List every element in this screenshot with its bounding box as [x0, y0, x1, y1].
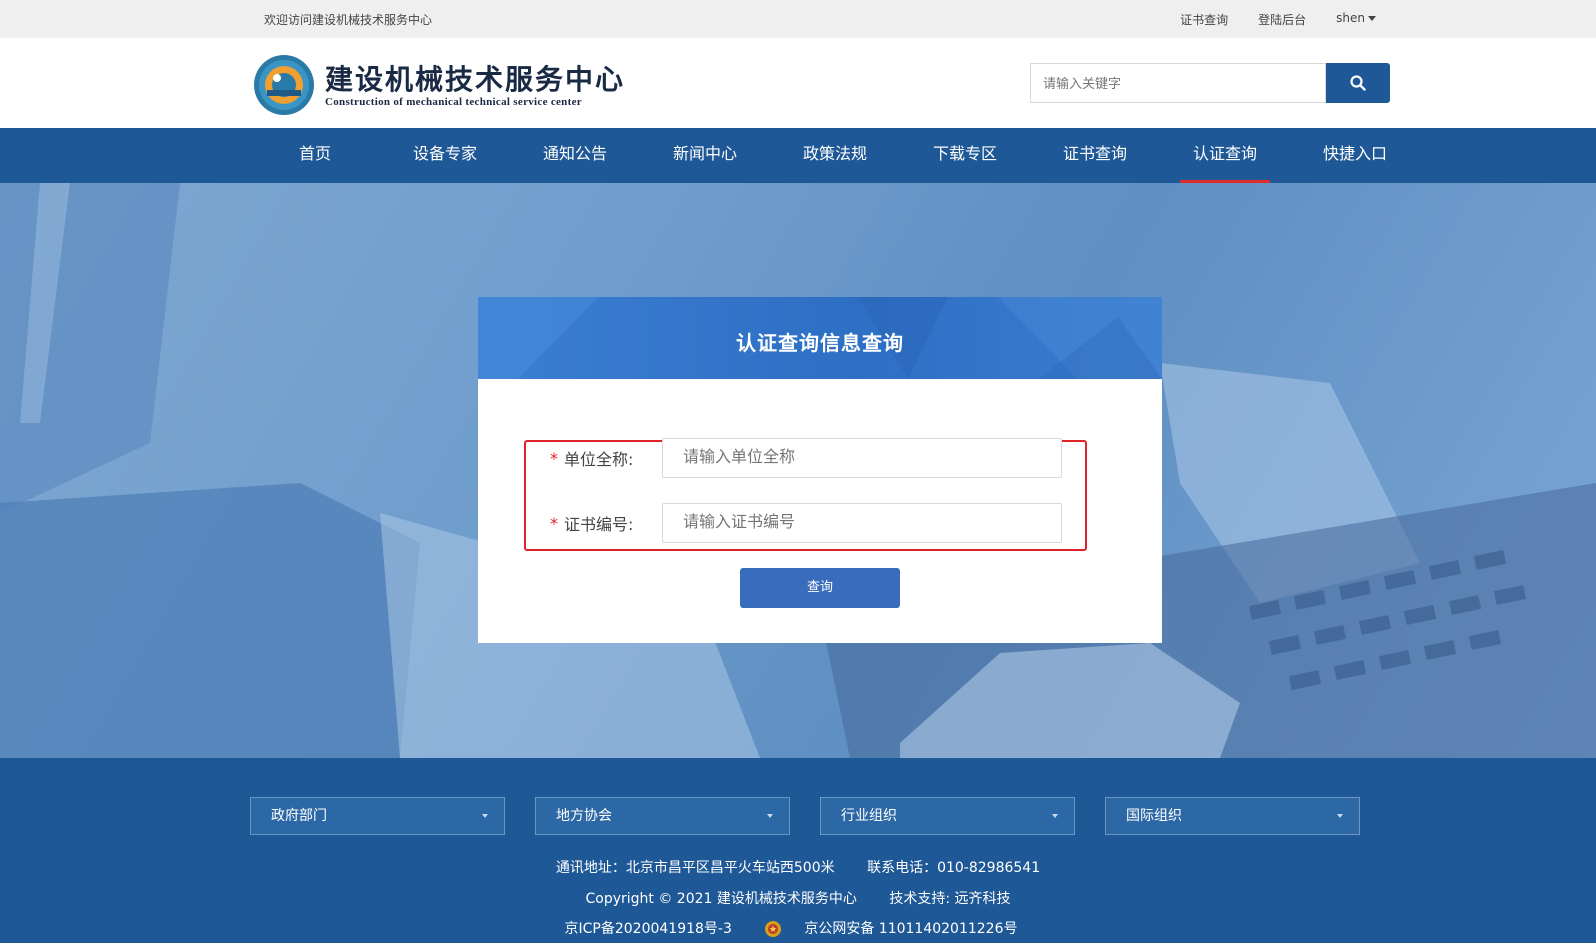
form-row-cert-number: * 证书编号: [550, 503, 656, 543]
query-button[interactable]: 查询 [740, 568, 900, 608]
footer-address: 通讯地址：北京市昌平区昌平火车站西500米 [555, 860, 835, 876]
nav-item-auth-query[interactable]: 认证查询 [1160, 128, 1290, 183]
search-icon [1350, 75, 1366, 91]
brand-subtitle: Construction of mechanical technical ser… [325, 96, 582, 108]
select-international-org[interactable]: 国际组织 [1105, 797, 1360, 835]
footer-police-record-wrap[interactable]: 京公网安备 11011402011226号 [764, 921, 1031, 937]
site-logo[interactable] [253, 54, 315, 116]
nav-item-quick-entry[interactable]: 快捷入口 [1290, 128, 1420, 183]
brand-title: 建设机械技术服务中心 [325, 63, 626, 96]
top-link-cert-query[interactable]: 证书查询 [1180, 11, 1228, 28]
site-search-button[interactable] [1326, 63, 1390, 103]
footer-phone: 联系电话：010-82986541 [867, 860, 1041, 876]
company-name-input[interactable] [662, 438, 1062, 478]
select-industry-org[interactable]: 行业组织 [820, 797, 1075, 835]
required-mark: * [550, 448, 558, 468]
nav-item-policies[interactable]: 政策法规 [770, 128, 900, 183]
select-local-association-label: 地方协会 [556, 808, 612, 824]
footer-contact-line: 通讯地址：北京市昌平区昌平火车站西500米 联系电话：010-82986541 [0, 857, 1596, 877]
nav-item-equipment-experts[interactable]: 设备专家 [380, 128, 510, 183]
query-card: 认证查询信息查询 * 单位全称: * 证书编号: 查询 [478, 297, 1162, 643]
welcome-text: 欢迎访问建设机械技术服务中心 [264, 13, 433, 27]
select-government[interactable]: 政府部门 [250, 797, 505, 835]
nav-item-downloads[interactable]: 下载专区 [900, 128, 1030, 183]
site-search-input[interactable] [1030, 63, 1326, 103]
site-header: 建设机械技术服务中心 Construction of mechanical te… [0, 38, 1596, 128]
select-local-association[interactable]: 地方协会 [535, 797, 790, 835]
select-government-label: 政府部门 [271, 808, 327, 824]
top-link-admin-login[interactable]: 登陆后台 [1258, 11, 1306, 28]
user-menu[interactable]: shen [1336, 11, 1376, 28]
footer-support: 技术支持: 远齐科技 [889, 891, 1011, 907]
footer-icp[interactable]: 京ICP备2020041918号-3 [565, 921, 732, 937]
police-badge-icon [765, 921, 782, 937]
caret-down-icon [1368, 16, 1376, 21]
form-row-company: * 单位全称: [550, 438, 656, 478]
dropdown-arrow-icon [1337, 814, 1343, 818]
main-nav: 首页 设备专家 通知公告 新闻中心 政策法规 下载专区 证书查询 认证查询 快捷… [0, 128, 1596, 183]
nav-item-notices[interactable]: 通知公告 [510, 128, 640, 183]
top-links: 证书查询 登陆后台 shen [1180, 11, 1376, 28]
cert-number-label: 证书编号: [564, 515, 634, 534]
hero-banner: 认证查询信息查询 * 单位全称: * 证书编号: 查询 [0, 183, 1596, 758]
footer-copyright-line: Copyright © 2021 建设机械技术服务中心 技术支持: 远齐科技 [0, 888, 1596, 908]
cert-number-input[interactable] [662, 503, 1062, 543]
nav-item-news[interactable]: 新闻中心 [640, 128, 770, 183]
query-card-title: 认证查询信息查询 [736, 331, 904, 355]
nav-item-cert-query[interactable]: 证书查询 [1030, 128, 1160, 183]
top-strip: 欢迎访问建设机械技术服务中心 证书查询 登陆后台 shen [0, 0, 1596, 38]
required-mark: * [550, 513, 558, 533]
dropdown-arrow-icon [767, 814, 773, 818]
dropdown-arrow-icon [1052, 814, 1058, 818]
site-footer: 政府部门 地方协会 行业组织 国际组织 通讯地址：北京市昌平区昌平火车站西500… [0, 758, 1596, 943]
footer-police-record: 京公网安备 11011402011226号 [804, 921, 1018, 937]
query-card-header: 认证查询信息查询 [478, 297, 1162, 379]
company-name-label: 单位全称: [564, 450, 634, 469]
nav-item-home[interactable]: 首页 [250, 128, 380, 183]
dropdown-arrow-icon [482, 814, 488, 818]
user-name: shen [1336, 11, 1365, 25]
select-international-org-label: 国际组织 [1126, 808, 1182, 824]
footer-copyright: Copyright © 2021 建设机械技术服务中心 [585, 891, 857, 907]
footer-record-line: 京ICP备2020041918号-3 京公网安备 11011402011226号 [0, 918, 1596, 938]
select-industry-org-label: 行业组织 [841, 808, 897, 824]
